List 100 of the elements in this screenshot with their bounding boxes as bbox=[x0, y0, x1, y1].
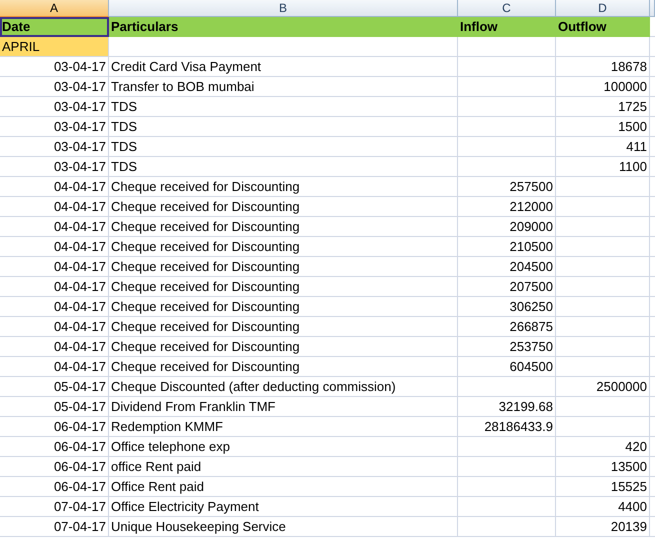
table-cell[interactable] bbox=[458, 97, 556, 117]
table-header-cell[interactable]: Inflow bbox=[458, 17, 556, 37]
table-cell[interactable]: 210500 bbox=[458, 237, 556, 257]
table-cell[interactable]: 604500 bbox=[458, 357, 556, 377]
table-cell[interactable]: 420 bbox=[556, 437, 650, 457]
table-cell[interactable]: 411 bbox=[556, 137, 650, 157]
table-cell[interactable]: 100000 bbox=[556, 77, 650, 97]
table-cell[interactable] bbox=[556, 337, 650, 357]
table-cell[interactable] bbox=[458, 117, 556, 137]
table-cell[interactable] bbox=[556, 277, 650, 297]
column-header[interactable]: B bbox=[109, 0, 458, 17]
table-cell[interactable]: 04-04-17 bbox=[0, 337, 109, 357]
table-cell[interactable]: 1500 bbox=[556, 117, 650, 137]
table-cell[interactable] bbox=[458, 377, 556, 397]
table-cell[interactable]: 05-04-17 bbox=[0, 377, 109, 397]
table-cell[interactable]: Cheque received for Discounting bbox=[109, 257, 458, 277]
table-cell[interactable]: Redemption KMMF bbox=[109, 417, 458, 437]
table-cell[interactable]: TDS bbox=[109, 97, 458, 117]
table-cell[interactable]: 03-04-17 bbox=[0, 117, 109, 137]
table-cell[interactable] bbox=[458, 497, 556, 517]
table-cell[interactable]: 04-04-17 bbox=[0, 277, 109, 297]
table-cell[interactable]: Office telephone exp bbox=[109, 437, 458, 457]
table-cell[interactable] bbox=[458, 517, 556, 537]
table-cell[interactable]: 04-04-17 bbox=[0, 297, 109, 317]
table-cell[interactable] bbox=[556, 357, 650, 377]
column-header[interactable] bbox=[650, 0, 655, 17]
table-cell[interactable] bbox=[556, 257, 650, 277]
table-cell[interactable] bbox=[458, 137, 556, 157]
table-cell[interactable]: Cheque received for Discounting bbox=[109, 237, 458, 257]
table-cell[interactable]: 07-04-17 bbox=[0, 517, 109, 537]
table-cell[interactable] bbox=[458, 77, 556, 97]
table-cell[interactable] bbox=[556, 37, 650, 57]
table-cell[interactable]: 257500 bbox=[458, 177, 556, 197]
table-cell[interactable]: 13500 bbox=[556, 457, 650, 477]
table-cell[interactable]: Office Electricity Payment bbox=[109, 497, 458, 517]
table-cell[interactable]: 04-04-17 bbox=[0, 317, 109, 337]
table-cell[interactable]: Cheque received for Discounting bbox=[109, 357, 458, 377]
table-cell[interactable]: Cheque received for Discounting bbox=[109, 317, 458, 337]
table-cell[interactable]: TDS bbox=[109, 117, 458, 137]
table-cell[interactable]: 07-04-17 bbox=[0, 497, 109, 517]
table-cell[interactable]: 06-04-17 bbox=[0, 437, 109, 457]
table-cell[interactable]: Credit Card Visa Payment bbox=[109, 57, 458, 77]
table-cell[interactable]: 2500000 bbox=[556, 377, 650, 397]
table-cell[interactable] bbox=[556, 237, 650, 257]
table-cell[interactable] bbox=[556, 397, 650, 417]
table-cell[interactable]: 06-04-17 bbox=[0, 417, 109, 437]
table-cell[interactable]: 04-04-17 bbox=[0, 237, 109, 257]
table-cell[interactable]: TDS bbox=[109, 157, 458, 177]
table-cell[interactable]: 20139 bbox=[556, 517, 650, 537]
table-cell[interactable]: office Rent paid bbox=[109, 457, 458, 477]
table-cell[interactable]: 03-04-17 bbox=[0, 137, 109, 157]
table-header-cell[interactable]: Date bbox=[0, 17, 109, 37]
table-cell[interactable] bbox=[458, 437, 556, 457]
table-cell[interactable]: 4400 bbox=[556, 497, 650, 517]
table-cell[interactable]: 18678 bbox=[556, 57, 650, 77]
table-cell[interactable]: 03-04-17 bbox=[0, 77, 109, 97]
table-cell[interactable] bbox=[458, 37, 556, 57]
table-cell[interactable]: TDS bbox=[109, 137, 458, 157]
table-cell[interactable]: Unique Housekeeping Service bbox=[109, 517, 458, 537]
table-cell[interactable] bbox=[556, 417, 650, 437]
column-header[interactable]: A bbox=[0, 0, 109, 17]
table-cell[interactable]: 207500 bbox=[458, 277, 556, 297]
table-cell[interactable]: 04-04-17 bbox=[0, 257, 109, 277]
table-cell[interactable]: 06-04-17 bbox=[0, 477, 109, 497]
table-cell[interactable]: 05-04-17 bbox=[0, 397, 109, 417]
table-cell[interactable]: Cheque received for Discounting bbox=[109, 177, 458, 197]
table-cell[interactable]: Cheque received for Discounting bbox=[109, 217, 458, 237]
table-cell[interactable] bbox=[458, 457, 556, 477]
table-cell[interactable]: 306250 bbox=[458, 297, 556, 317]
table-cell[interactable]: 1725 bbox=[556, 97, 650, 117]
table-cell[interactable]: 04-04-17 bbox=[0, 217, 109, 237]
table-cell[interactable] bbox=[556, 317, 650, 337]
table-cell[interactable] bbox=[458, 57, 556, 77]
table-cell[interactable]: 03-04-17 bbox=[0, 97, 109, 117]
table-header-cell[interactable]: Outflow bbox=[556, 17, 650, 37]
table-header-cell[interactable]: Particulars bbox=[109, 17, 458, 37]
month-cell[interactable]: APRIL bbox=[0, 37, 109, 57]
table-cell[interactable] bbox=[458, 477, 556, 497]
table-cell[interactable] bbox=[556, 177, 650, 197]
table-cell[interactable]: Office Rent paid bbox=[109, 477, 458, 497]
table-cell[interactable] bbox=[556, 217, 650, 237]
table-cell[interactable]: 04-04-17 bbox=[0, 197, 109, 217]
table-cell[interactable]: 03-04-17 bbox=[0, 157, 109, 177]
table-cell[interactable]: Cheque received for Discounting bbox=[109, 297, 458, 317]
table-cell[interactable] bbox=[556, 297, 650, 317]
table-cell[interactable] bbox=[556, 197, 650, 217]
table-cell[interactable]: Dividend From Franklin TMF bbox=[109, 397, 458, 417]
table-cell[interactable]: 1100 bbox=[556, 157, 650, 177]
table-cell[interactable]: 03-04-17 bbox=[0, 57, 109, 77]
table-cell[interactable]: Cheque Discounted (after deducting commission) bbox=[109, 377, 458, 397]
table-cell[interactable]: 253750 bbox=[458, 337, 556, 357]
table-cell[interactable]: 15525 bbox=[556, 477, 650, 497]
table-cell[interactable] bbox=[458, 157, 556, 177]
table-cell[interactable]: Cheque received for Discounting bbox=[109, 277, 458, 297]
table-cell[interactable] bbox=[109, 37, 458, 57]
table-cell[interactable]: Cheque received for Discounting bbox=[109, 197, 458, 217]
column-header[interactable]: D bbox=[556, 0, 650, 17]
table-cell[interactable]: 32199.68 bbox=[458, 397, 556, 417]
table-cell[interactable]: Transfer to BOB mumbai bbox=[109, 77, 458, 97]
column-header[interactable]: C bbox=[458, 0, 556, 17]
